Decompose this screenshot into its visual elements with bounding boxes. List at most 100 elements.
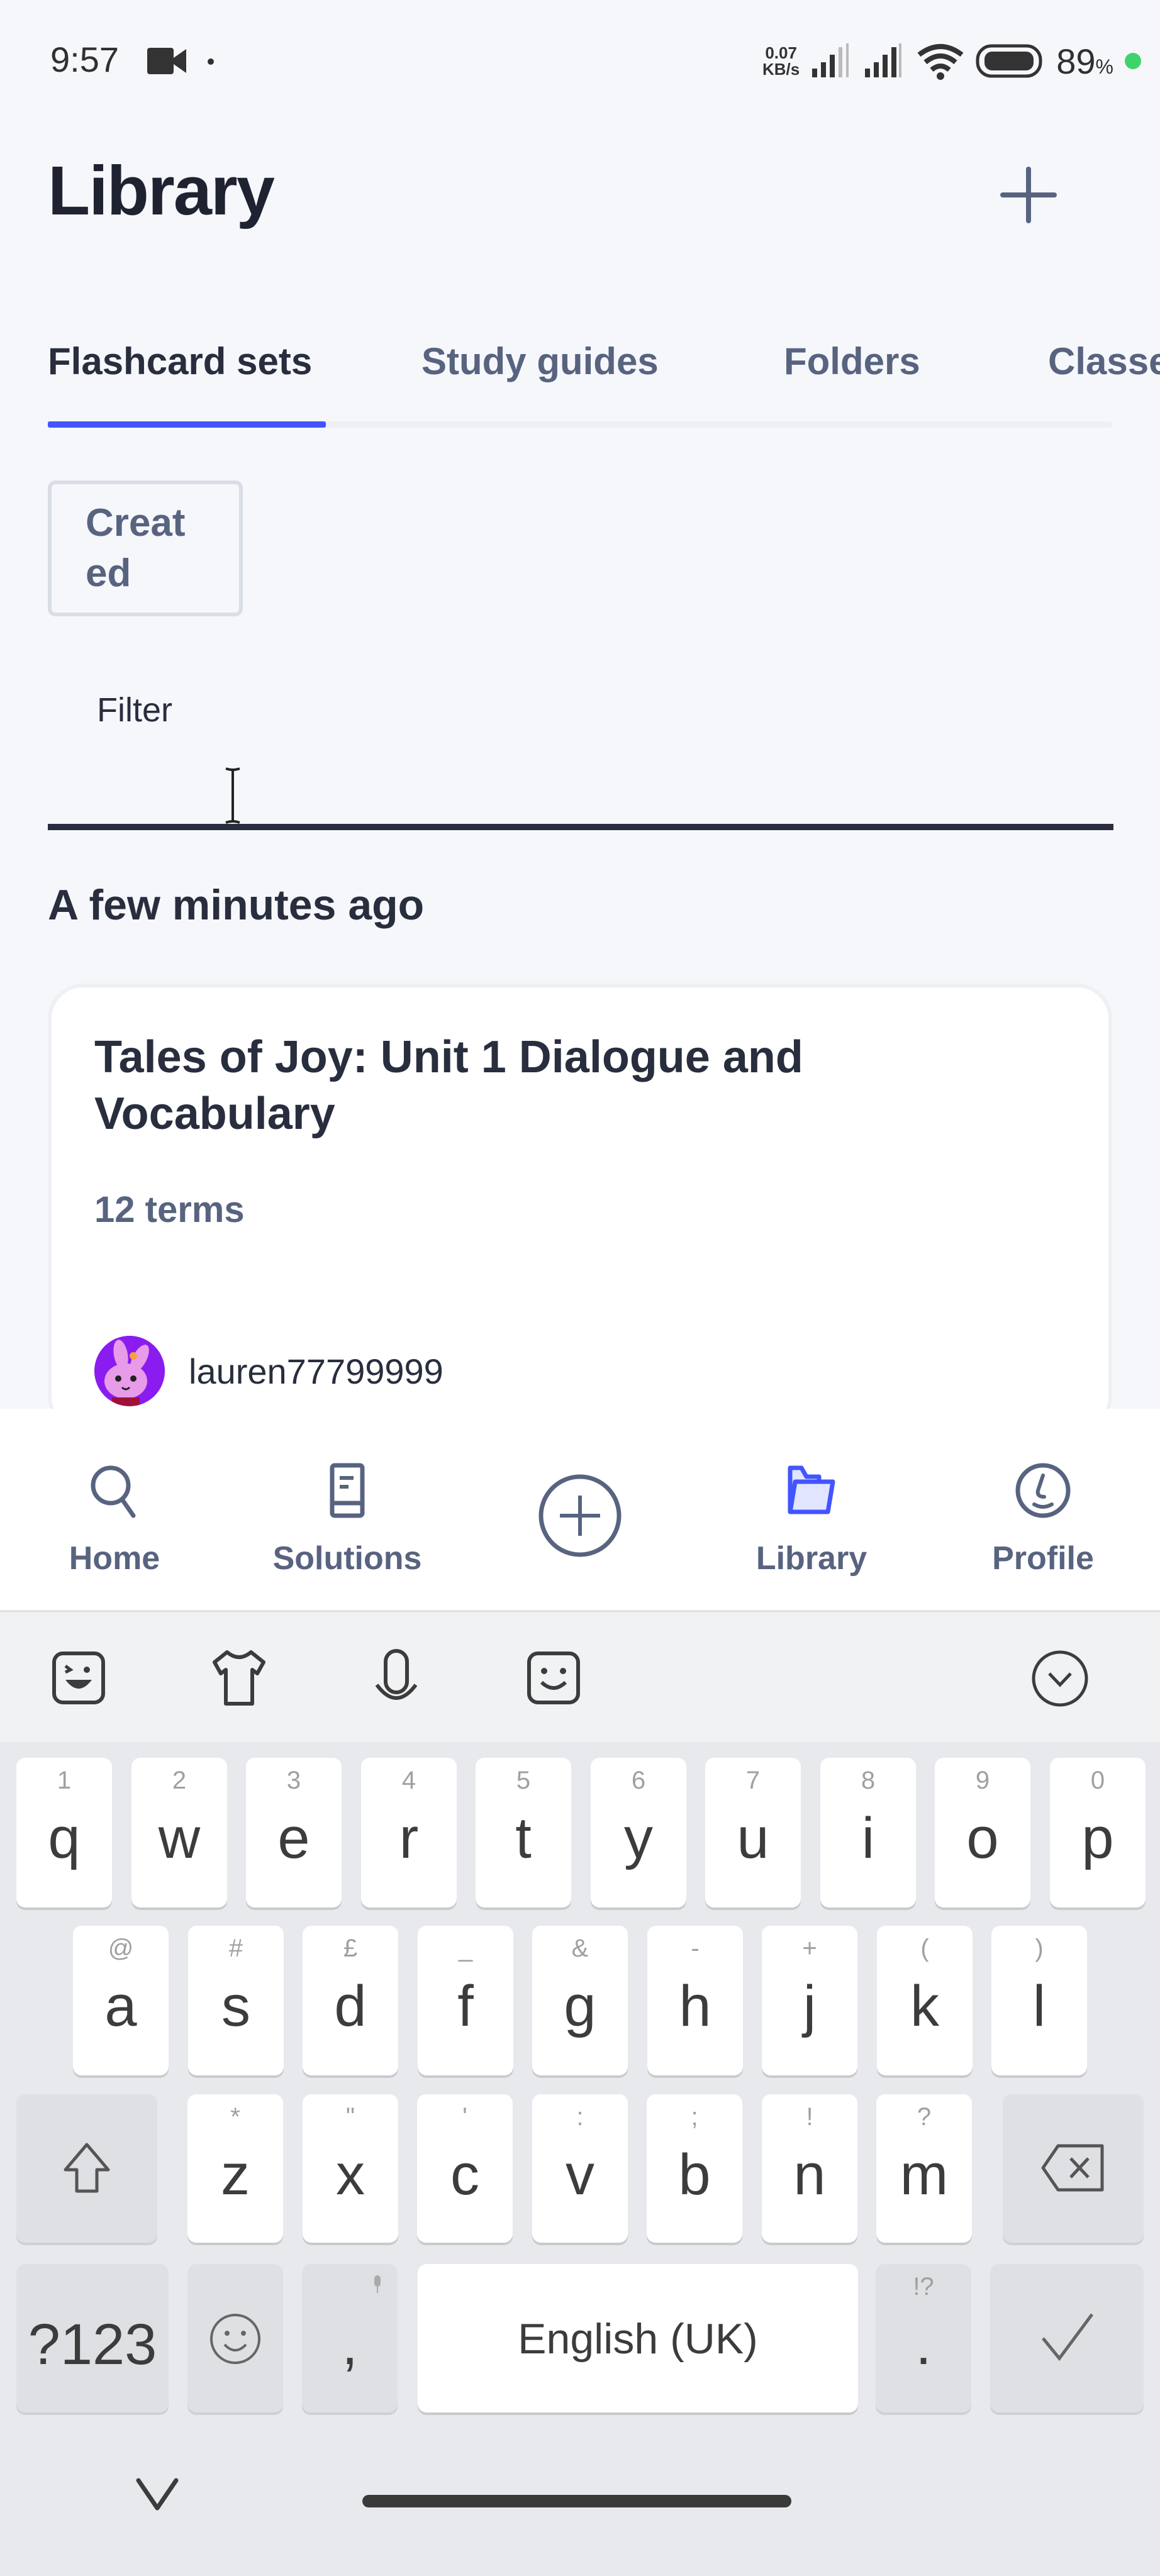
nav-library[interactable]: Library (717, 1459, 906, 1585)
nav-library-label: Library (756, 1540, 867, 1577)
key-hint: ? (917, 2103, 932, 2131)
plus-circle-icon[interactable] (536, 1472, 624, 1560)
collapse-keyboard-icon[interactable] (1025, 1641, 1095, 1716)
tab-flashcard-sets[interactable]: Flashcard sets (48, 340, 312, 383)
key-hint: 3 (286, 1767, 301, 1794)
key-hint: £ (343, 1935, 358, 1962)
shift-key[interactable] (16, 2094, 157, 2243)
key-t[interactable]: 5t (476, 1758, 571, 1907)
book-icon (330, 1463, 365, 1518)
key-label: , (342, 2312, 358, 2377)
key-hint: 2 (172, 1767, 187, 1794)
key-label: l (1032, 1974, 1046, 2038)
key-b[interactable]: ; b (647, 2094, 742, 2243)
key-s[interactable]: # s (188, 1926, 284, 2075)
key-hint: ; (691, 2103, 698, 2131)
key-i[interactable]: 8i (820, 1758, 916, 1907)
key-hint: - (691, 1935, 700, 1962)
key-j[interactable]: + j (762, 1926, 857, 2075)
emoji-icon (210, 2314, 260, 2364)
key-label: p (1081, 1806, 1114, 1870)
symbols-key[interactable]: ?123 (16, 2264, 169, 2412)
key-label: h (679, 1974, 711, 2038)
charging-dot (1125, 53, 1141, 69)
key-hint: ! (806, 2103, 813, 2131)
emoji-key[interactable] (187, 2264, 283, 2412)
key-e[interactable]: 3e (246, 1758, 342, 1907)
filter-label: Filter (97, 691, 172, 729)
network-speed-unit: KB/s (762, 60, 800, 79)
key-label: c (450, 2143, 479, 2207)
tab-study-guides[interactable]: Study guides (421, 340, 659, 383)
key-r[interactable]: 4r (361, 1758, 457, 1907)
key-label: o (966, 1806, 999, 1870)
key-h[interactable]: -h (647, 1926, 743, 2075)
key-y[interactable]: 6y (591, 1758, 686, 1907)
comma-key[interactable]: , (302, 2264, 398, 2412)
key-d[interactable]: £ d (303, 1926, 398, 2075)
key-hint: * (230, 2103, 240, 2131)
key-c[interactable]: ' c (417, 2094, 513, 2243)
key-v[interactable]: :v (532, 2094, 628, 2243)
space-key[interactable]: English (UK) (418, 2264, 858, 2412)
battery-percent-value: 89 (1056, 41, 1096, 81)
nav-solutions[interactable]: Solutions (253, 1459, 442, 1585)
key-label: z (221, 2143, 250, 2207)
key-hint: " (345, 2103, 355, 2131)
backspace-key[interactable] (1003, 2094, 1144, 2243)
key-o[interactable]: 9o (935, 1758, 1030, 1907)
nav-profile[interactable]: Profile (949, 1459, 1137, 1585)
filter-input[interactable] (48, 730, 1113, 830)
enter-key[interactable] (990, 2264, 1144, 2412)
key-q[interactable]: 1q (16, 1758, 112, 1907)
key-f[interactable]: _ f (418, 1926, 513, 2075)
sticker-icon[interactable] (44, 1641, 113, 1716)
key-l[interactable]: ) l (991, 1926, 1087, 2075)
key-n[interactable]: ! n (762, 2094, 857, 2243)
key-label: r (399, 1806, 419, 1870)
key-label: i (861, 1806, 875, 1870)
key-hint: !? (913, 2273, 934, 2301)
key-label: b (678, 2143, 711, 2207)
library-tabs: Flashcard sets Study guides Folders Clas… (48, 327, 1160, 428)
emoji-board-icon[interactable] (519, 1641, 588, 1716)
signal-2-icon (865, 43, 902, 77)
hide-keyboard-icon[interactable] (132, 2472, 182, 2516)
keyboard-toolbar (0, 1610, 1160, 1742)
key-label: n (793, 2143, 826, 2207)
key-a[interactable]: @ a (73, 1926, 169, 2075)
sort-dropdown-created[interactable]: Creat ed (48, 480, 243, 616)
page-title: Library (48, 152, 275, 230)
key-m[interactable]: ? m (876, 2094, 972, 2243)
key-label: g (564, 1974, 596, 2038)
flashcard-set-card[interactable]: Tales of Joy: Unit 1 Dialogue and Vocabu… (52, 987, 1108, 1428)
avatar (94, 1336, 165, 1406)
key-g[interactable]: & g (532, 1926, 628, 2075)
key-hint: 9 (975, 1767, 990, 1794)
shift-icon (64, 2143, 110, 2193)
key-k[interactable]: (k (877, 1926, 973, 2075)
add-button[interactable] (994, 160, 1063, 230)
theme-shirt-icon[interactable] (204, 1641, 274, 1716)
section-heading: A few minutes ago (48, 881, 425, 929)
tab-classes[interactable]: Classes (1048, 340, 1160, 383)
key-p[interactable]: 0p (1050, 1758, 1146, 1907)
key-hint: 1 (57, 1767, 72, 1794)
period-key[interactable]: !?. (876, 2264, 971, 2412)
key-hint: # (228, 1935, 243, 1962)
key-w[interactable]: 2w (131, 1758, 227, 1907)
key-u[interactable]: 7u (705, 1758, 801, 1907)
tab-folders[interactable]: Folders (784, 340, 920, 383)
status-time: 9:57 (50, 40, 119, 79)
sort-chip-label-line1: Creat (86, 501, 186, 545)
profile-icon (1015, 1463, 1071, 1518)
set-author[interactable]: lauren77799999 (94, 1336, 443, 1406)
key-z[interactable]: * z (187, 2094, 283, 2243)
home-indicator[interactable] (362, 2495, 791, 2507)
microphone-icon[interactable] (362, 1641, 431, 1716)
nav-home[interactable]: Home (20, 1459, 209, 1585)
key-hint: @ (108, 1935, 134, 1962)
key-x[interactable]: " x (303, 2094, 398, 2243)
key-hint: 5 (516, 1767, 531, 1794)
key-hint: _ (458, 1935, 473, 1962)
